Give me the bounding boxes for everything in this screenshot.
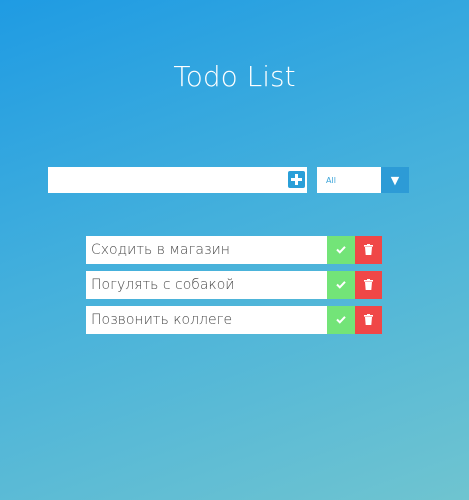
filter-select[interactable]: All ▼ — [317, 167, 409, 193]
todo-item: Сходить в магазин — [86, 236, 382, 264]
delete-button[interactable] — [355, 236, 382, 264]
todo-input[interactable] — [48, 167, 278, 193]
complete-button[interactable] — [327, 306, 355, 334]
todo-list: Сходить в магазин Погулять с собакой Поз… — [86, 236, 382, 341]
todo-item: Погулять с собакой — [86, 271, 382, 299]
complete-button[interactable] — [327, 236, 355, 264]
check-icon — [336, 281, 346, 289]
todo-input-wrapper — [48, 167, 307, 193]
page-title: Todo List — [173, 60, 296, 93]
check-icon — [336, 246, 346, 254]
trash-icon — [364, 244, 373, 255]
todo-text: Погулять с собакой — [86, 271, 327, 299]
todo-text: Сходить в магазин — [86, 236, 327, 264]
trash-icon — [364, 279, 373, 290]
delete-button[interactable] — [355, 306, 382, 334]
delete-button[interactable] — [355, 271, 382, 299]
check-icon — [336, 316, 346, 324]
complete-button[interactable] — [327, 271, 355, 299]
chevron-down-icon[interactable]: ▼ — [381, 167, 409, 193]
filter-selected-value[interactable]: All — [317, 167, 381, 193]
todo-text: Позвонить коллеге — [86, 306, 327, 334]
add-button[interactable] — [288, 171, 305, 188]
trash-icon — [364, 314, 373, 325]
todo-item: Позвонить коллеге — [86, 306, 382, 334]
